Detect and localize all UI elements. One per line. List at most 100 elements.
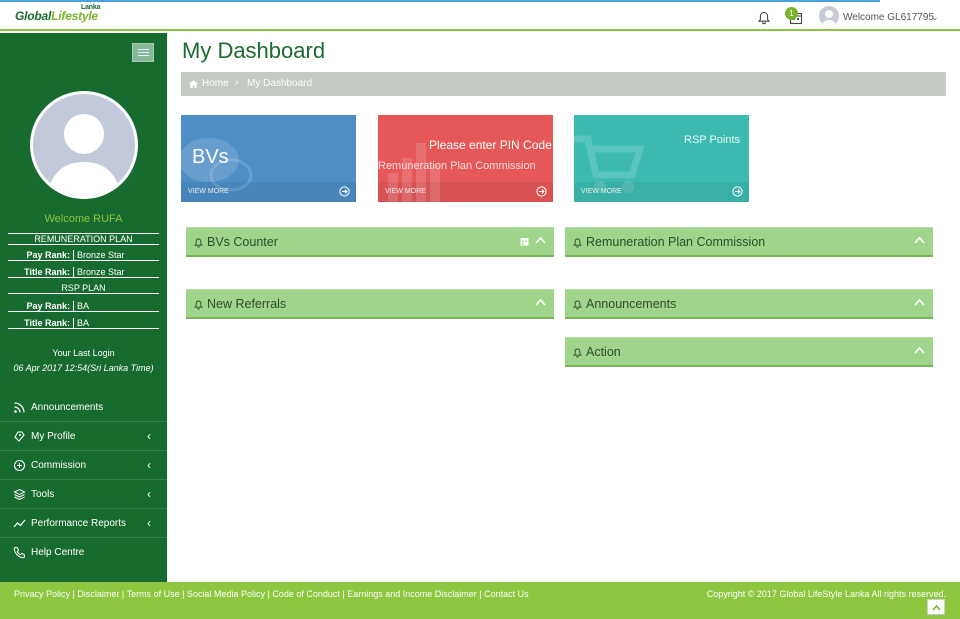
- remuneration-pay-rank-row: Pay Rank: Bronze Star: [8, 250, 159, 261]
- panel-title: Announcements: [586, 297, 677, 311]
- commission-icon: [13, 459, 26, 472]
- footer-link-code-of-conduct[interactable]: Code of Conduct: [272, 589, 340, 599]
- top-header: GlobalLifestyle Lanka 1 Welcome GL617795…: [0, 2, 960, 31]
- bell-icon[interactable]: [757, 11, 771, 25]
- brand-logo[interactable]: GlobalLifestyle Lanka: [15, 4, 100, 23]
- chevron-down-icon[interactable]: ⌄: [931, 12, 939, 23]
- rsp-title-rank-row: Title Rank: BA: [8, 318, 159, 329]
- avatar[interactable]: [819, 6, 839, 26]
- bell-icon: [194, 300, 203, 310]
- notification-badge: 1: [785, 7, 798, 20]
- title-rank-label: Title Rank:: [8, 267, 74, 277]
- remuneration-commission-tile-label: Remuneration Plan Commission: [378, 160, 536, 172]
- arrow-circle-right-icon: [536, 186, 547, 197]
- sidebar-item-label: My Profile: [31, 431, 76, 442]
- home-icon: [189, 80, 198, 88]
- logo-sub-text: Lanka: [81, 4, 101, 11]
- sidebar-item-label: Tools: [31, 489, 55, 500]
- last-login-value: 06 Apr 2017 12:54(Sri Lanka Time): [13, 363, 154, 373]
- pay-rank-value: Bronze Star: [77, 250, 125, 260]
- sidebar-toggle-button[interactable]: [132, 43, 154, 62]
- user-welcome-text[interactable]: Welcome GL617795: [843, 12, 934, 23]
- rsp-pay-rank-row: Pay Rank: BA: [8, 301, 159, 312]
- footer-link-terms-of-use[interactable]: Terms of Use: [127, 589, 180, 599]
- panel-title: BVs Counter: [207, 235, 278, 249]
- profile-icon: [14, 431, 25, 442]
- chart-line-icon: [13, 519, 26, 528]
- view-more-label: VIEW MORE: [188, 188, 229, 195]
- sidebar-item-label: Performance Reports: [31, 518, 127, 529]
- footer-separator: |: [476, 589, 485, 599]
- sidebar-item-commission[interactable]: Commission ‹: [0, 451, 167, 480]
- panel-title: New Referrals: [207, 297, 287, 311]
- sidebar-item-help-centre[interactable]: Help Centre: [0, 538, 167, 567]
- remuneration-title-rank-row: Title Rank: Bronze Star: [8, 267, 159, 278]
- breadcrumb-current: My Dashboard: [247, 78, 313, 89]
- chevron-up-icon[interactable]: [914, 298, 925, 307]
- footer-link-contact-us[interactable]: Contact Us: [484, 589, 529, 599]
- bvs-tile[interactable]: BVs VIEW MORE: [181, 115, 356, 202]
- title-rank-value: Bronze Star: [77, 267, 125, 277]
- copyright-text: Copyright © 2017 Global LifeStyle Lanka …: [706, 589, 946, 599]
- new-referrals-panel[interactable]: New Referrals: [186, 289, 554, 319]
- bell-icon: [194, 238, 203, 248]
- chevron-up-icon[interactable]: [535, 298, 546, 307]
- view-more-label: VIEW MORE: [581, 188, 622, 195]
- footer-separator: |: [179, 589, 187, 599]
- sidebar-menu: Announcements My Profile ‹ Commission ‹ …: [0, 393, 167, 567]
- last-login-label: Your Last Login: [52, 348, 115, 358]
- sidebar-item-label: Help Centre: [31, 547, 85, 558]
- footer-link-social-media-policy[interactable]: Social Media Policy: [187, 589, 265, 599]
- phone-icon: [13, 546, 26, 559]
- sidebar-item-label: Announcements: [31, 402, 104, 413]
- pin-code-message: Please enter PIN Code: [429, 138, 552, 152]
- pay-rank-label: Pay Rank:: [8, 250, 74, 260]
- sidebar-item-announcements[interactable]: Announcements: [0, 393, 167, 422]
- chevron-up-icon[interactable]: [535, 236, 546, 245]
- sidebar-item-performance-reports[interactable]: Performance Reports ‹: [0, 509, 167, 538]
- arrow-circle-right-icon: [732, 186, 743, 197]
- bell-icon: [573, 238, 582, 248]
- bvs-tile-footer[interactable]: VIEW MORE: [181, 182, 356, 202]
- chevron-up-icon[interactable]: [914, 346, 925, 355]
- rsp-points-tile-footer[interactable]: VIEW MORE: [574, 182, 749, 202]
- profile-avatar: [30, 91, 138, 199]
- scroll-to-top-button[interactable]: [927, 599, 945, 615]
- page-title: My Dashboard: [182, 38, 326, 63]
- arrow-circle-right-icon: [339, 186, 350, 197]
- sidebar-item-my-profile[interactable]: My Profile ‹: [0, 422, 167, 451]
- pay-rank-label: Pay Rank:: [8, 301, 74, 311]
- breadcrumb-separator: ›: [235, 77, 239, 88]
- panel-title: Action: [586, 345, 621, 359]
- announcements-panel[interactable]: Announcements: [565, 289, 933, 319]
- breadcrumb-home-link[interactable]: Home: [202, 78, 229, 89]
- chevron-left-icon: ‹: [147, 458, 151, 472]
- footer-link-disclaimer[interactable]: Disclaimer: [77, 589, 119, 599]
- remuneration-commission-tile-footer[interactable]: VIEW MORE: [378, 182, 553, 202]
- rsp-plan-heading: RSP PLAN: [8, 283, 159, 294]
- rsp-points-tile-label: RSP Points: [684, 134, 741, 146]
- sidebar-item-tools[interactable]: Tools ‹: [0, 480, 167, 509]
- chevron-up-icon[interactable]: [914, 236, 925, 245]
- chevron-up-icon: [932, 604, 941, 611]
- panel-title: Remuneration Plan Commission: [586, 235, 766, 249]
- bvs-counter-panel[interactable]: BVs Counter: [186, 227, 554, 257]
- pay-rank-value: BA: [77, 301, 90, 311]
- footer-separator: |: [119, 589, 127, 599]
- rss-icon: [14, 402, 25, 413]
- action-panel[interactable]: Action: [565, 337, 933, 367]
- breadcrumb: Home › My Dashboard: [181, 72, 946, 96]
- sidebar: Welcome RUFA REMUNERATION PLAN Pay Rank:…: [0, 33, 167, 582]
- remuneration-commission-tile[interactable]: Please enter PIN Code Remuneration Plan …: [378, 115, 553, 202]
- bell-icon: [573, 348, 582, 358]
- title-rank-value: BA: [77, 318, 90, 328]
- chevron-left-icon: ‹: [147, 487, 151, 501]
- footer-link-privacy-policy[interactable]: Privacy Policy: [14, 589, 70, 599]
- logo-life-text: Lifestyle: [51, 9, 99, 23]
- rsp-points-tile[interactable]: RSP Points VIEW MORE: [574, 115, 749, 202]
- remuneration-commission-panel[interactable]: Remuneration Plan Commission: [565, 227, 933, 257]
- calendar-icon[interactable]: [520, 237, 529, 246]
- footer-links: Privacy Policy | Disclaimer | Terms of U…: [14, 589, 529, 599]
- footer-link-earnings-disclaimer[interactable]: Earnings and Income Disclaimer: [347, 589, 477, 599]
- page-footer: Privacy Policy | Disclaimer | Terms of U…: [0, 582, 960, 619]
